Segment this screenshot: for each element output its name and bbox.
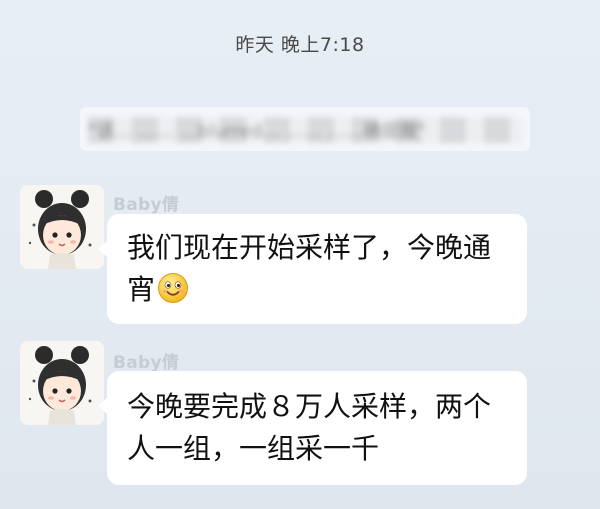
smiling-face-emoji-icon [157, 272, 189, 304]
system-notice: "该… …… …blurred… …… ……确提醒" [80, 107, 530, 151]
sender-name: Baby倩 [113, 195, 180, 215]
cartoon-girl-avatar-icon [20, 185, 104, 269]
cartoon-girl-avatar-icon [20, 341, 104, 425]
notice-text-blurred: "该… …… …blurred… …… ……确提醒" [88, 117, 522, 143]
message-line: 宵 [127, 273, 156, 306]
message-line: 我们现在开始采样了，今晚通 [127, 231, 492, 264]
message-bubble[interactable]: 我们现在开始采样了，今晚通 宵 [98, 214, 527, 324]
message-line-with-emoji: 宵 [127, 269, 507, 311]
sender-name: Baby倩 [113, 353, 180, 373]
message-bubble[interactable]: 今晚要完成８万人采样，两个 人一组，一组采一千 [98, 371, 527, 485]
avatar[interactable] [20, 341, 104, 425]
message-line: 人一组，一组采一千 [127, 432, 380, 465]
message-line: 今晚要完成８万人采样，两个 [127, 390, 492, 423]
chat-timestamp: 昨天 晚上7:18 [235, 34, 365, 56]
avatar[interactable] [20, 185, 104, 269]
